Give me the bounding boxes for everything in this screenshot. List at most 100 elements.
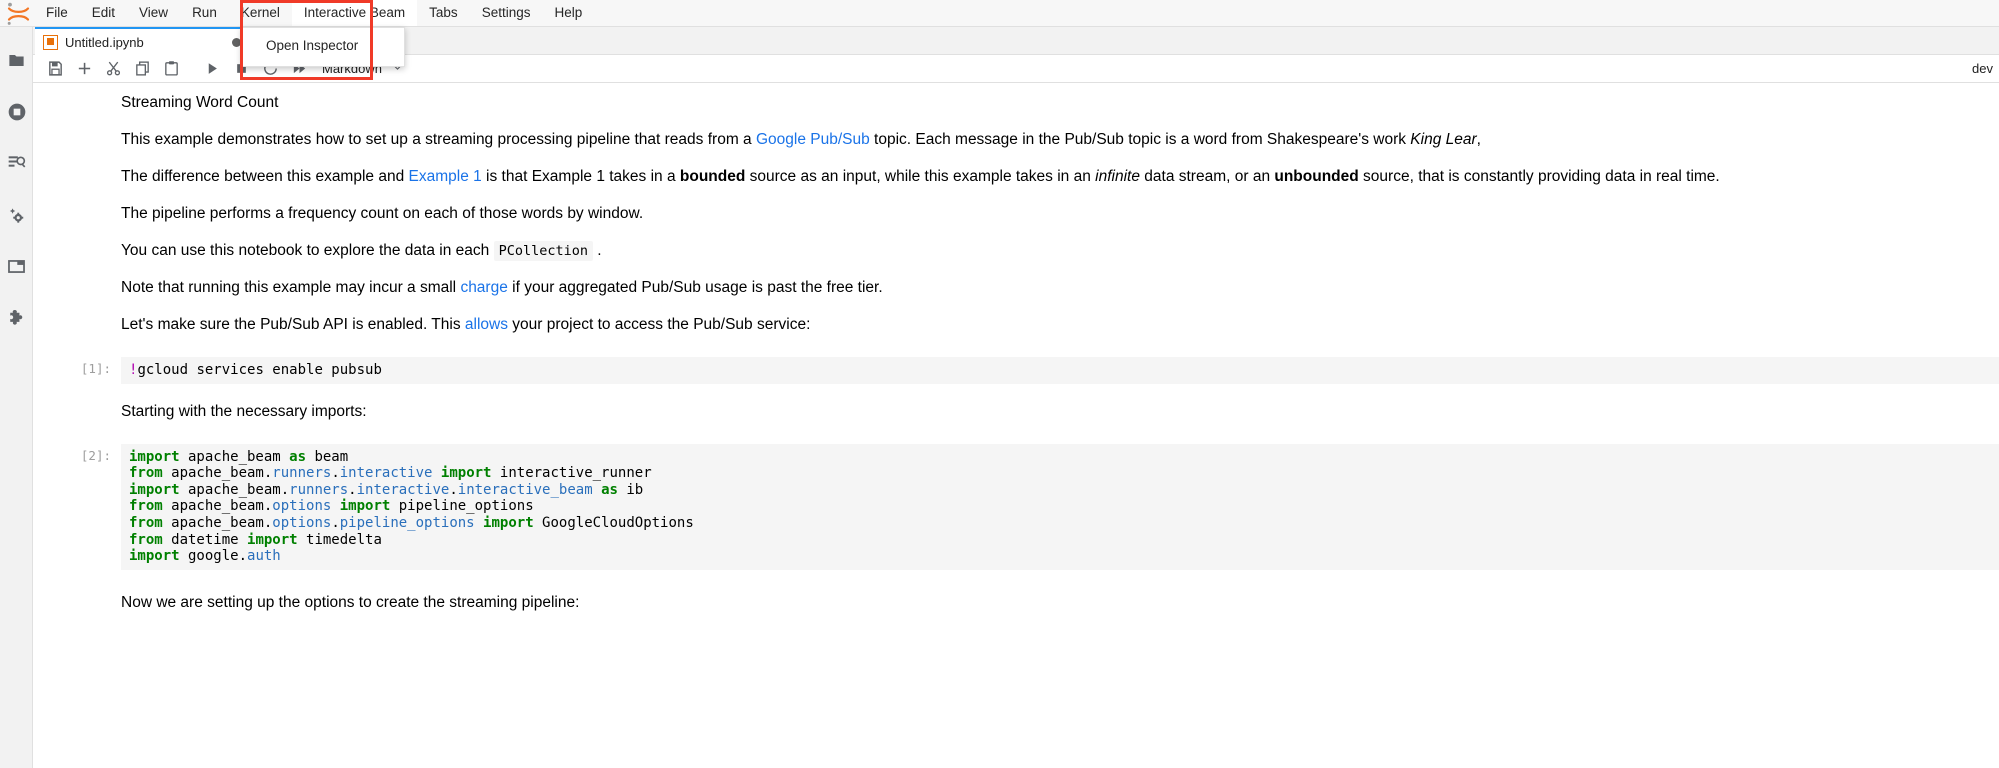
code-token bbox=[475, 515, 483, 531]
menu-settings[interactable]: Settings bbox=[470, 0, 543, 26]
link-example-1[interactable]: Example 1 bbox=[409, 168, 482, 185]
text-run: your project to access the Pub/Sub servi… bbox=[508, 316, 810, 333]
file-browser-icon[interactable] bbox=[0, 43, 33, 77]
code-token: pipeline_options bbox=[390, 498, 533, 514]
cut-button[interactable] bbox=[99, 56, 127, 82]
code-cell[interactable]: [2]: import apache_beam as beamfrom apac… bbox=[33, 444, 1999, 570]
code-token: import bbox=[129, 449, 180, 465]
code-token: from bbox=[129, 498, 163, 514]
paragraph-difference: The difference between this example and … bbox=[121, 158, 1989, 195]
insert-cell-button[interactable] bbox=[70, 56, 98, 82]
code-token: runners bbox=[289, 482, 348, 498]
code-token: interactive bbox=[357, 482, 450, 498]
code-cell[interactable]: [1]: !gcloud services enable pubsub bbox=[33, 357, 1999, 384]
menu-view[interactable]: View bbox=[127, 0, 180, 26]
menu-item-open-inspector[interactable]: Open Inspector bbox=[242, 32, 404, 60]
notebook-panel: Streaming Word Count This example demons… bbox=[33, 84, 1999, 768]
kernel-name-label[interactable]: dev bbox=[1972, 61, 1999, 76]
code-token: as bbox=[289, 449, 306, 465]
running-terminals-icon[interactable] bbox=[0, 95, 33, 129]
markdown-body: Starting with the necessary imports: bbox=[121, 393, 1989, 430]
text-run: Starting with the necessary imports: bbox=[121, 403, 367, 420]
code-token: interactive_beam bbox=[458, 482, 593, 498]
paragraph-frequency: The pipeline performs a frequency count … bbox=[121, 195, 1989, 232]
italic-run: infinite bbox=[1095, 168, 1140, 185]
menu-edit[interactable]: Edit bbox=[80, 0, 127, 26]
code-editor[interactable]: import apache_beam as beamfrom apache_be… bbox=[121, 444, 1999, 570]
code-line: import apache_beam.runners.interactive.i… bbox=[129, 482, 1991, 499]
menu-file[interactable]: File bbox=[34, 0, 80, 26]
code-token: apache_beam bbox=[180, 449, 290, 465]
text-run: topic. Each message in the Pub/Sub topic… bbox=[870, 131, 1411, 148]
menu-help[interactable]: Help bbox=[542, 0, 594, 26]
code-editor[interactable]: !gcloud services enable pubsub bbox=[121, 357, 1999, 384]
link-google-pubsub[interactable]: Google Pub/Sub bbox=[756, 131, 870, 148]
code-line: from apache_beam.options.pipeline_option… bbox=[129, 515, 1991, 532]
unsaved-changes-dot[interactable] bbox=[232, 38, 241, 47]
tab-untitled-ipynb[interactable]: Untitled.ipynb bbox=[35, 27, 250, 55]
code-token: import bbox=[129, 482, 180, 498]
paragraph-charge: Note that running this example may incur… bbox=[121, 269, 1989, 306]
link-charge[interactable]: charge bbox=[460, 279, 507, 296]
code-token: runners bbox=[272, 465, 331, 481]
text-run: is that Example 1 takes in a bbox=[482, 168, 680, 185]
text-run: if your aggregated Pub/Sub usage is past… bbox=[508, 279, 883, 296]
menu-kernel[interactable]: Kernel bbox=[229, 0, 292, 26]
property-inspector-icon[interactable] bbox=[0, 198, 33, 232]
run-button[interactable] bbox=[198, 56, 226, 82]
menu-run[interactable]: Run bbox=[180, 0, 229, 26]
text-run: Let's make sure the Pub/Sub API is enabl… bbox=[121, 316, 465, 333]
code-token: from bbox=[129, 515, 163, 531]
code-token: interactive bbox=[340, 465, 433, 481]
code-token: options bbox=[272, 498, 331, 514]
code-token: . bbox=[348, 482, 356, 498]
copy-button[interactable] bbox=[128, 56, 156, 82]
text-run: The pipeline performs a frequency count … bbox=[121, 205, 643, 222]
markdown-cell[interactable]: Now we are setting up the options to cre… bbox=[33, 584, 1999, 621]
open-tabs-icon[interactable] bbox=[0, 249, 33, 283]
bold-run: unbounded bbox=[1274, 168, 1358, 185]
code-token bbox=[593, 482, 601, 498]
code-token: apache_beam. bbox=[180, 482, 290, 498]
text-run: This example demonstrates how to set up … bbox=[121, 131, 756, 148]
extension-manager-icon[interactable] bbox=[0, 300, 33, 334]
code-token: . bbox=[331, 465, 339, 481]
code-token: import bbox=[483, 515, 534, 531]
markdown-cell[interactable]: Starting with the necessary imports: bbox=[33, 393, 1999, 430]
text-run: source as an input, while this example t… bbox=[745, 168, 1095, 185]
text-run: Streaming Word Count bbox=[121, 94, 278, 111]
bold-run: bounded bbox=[680, 168, 745, 185]
main-dock-panel: Untitled.ipynb bbox=[33, 27, 1999, 768]
cell-prompt: [1]: bbox=[33, 361, 111, 376]
code-token: import bbox=[441, 465, 492, 481]
code-token: from bbox=[129, 532, 163, 548]
markdown-cell[interactable]: Streaming Word Count This example demons… bbox=[33, 84, 1999, 343]
jupyter-logo-icon bbox=[2, 0, 34, 27]
code-line: from apache_beam.options import pipeline… bbox=[129, 498, 1991, 515]
code-token: auth bbox=[247, 548, 281, 564]
command-palette-icon[interactable] bbox=[0, 146, 33, 180]
text-run: . bbox=[593, 242, 602, 259]
paragraph-title: Streaming Word Count bbox=[121, 84, 1989, 121]
code-token: ib bbox=[618, 482, 643, 498]
paragraph-options: Now we are setting up the options to cre… bbox=[121, 584, 1989, 621]
menu-interactive-beam[interactable]: Interactive Beam bbox=[292, 0, 417, 26]
text-run: data stream, or an bbox=[1140, 168, 1274, 185]
text-run: source, that is constantly providing dat… bbox=[1359, 168, 1720, 185]
code-token bbox=[432, 465, 440, 481]
code-line: import google.auth bbox=[129, 548, 1991, 565]
jupyterlab-window: File Edit View Run Kernel Interactive Be… bbox=[0, 0, 1999, 768]
text-run: You can use this notebook to explore the… bbox=[121, 242, 494, 259]
paste-button[interactable] bbox=[157, 56, 185, 82]
code-token: gcloud services enable pubsub bbox=[137, 362, 381, 378]
code-token: apache_beam. bbox=[163, 465, 273, 481]
text-run: The difference between this example and bbox=[121, 168, 409, 185]
menu-tabs[interactable]: Tabs bbox=[417, 0, 470, 26]
left-activity-bar bbox=[0, 27, 33, 768]
code-token: datetime bbox=[163, 532, 247, 548]
link-allows[interactable]: allows bbox=[465, 316, 508, 333]
code-token: import bbox=[340, 498, 391, 514]
code-token: GoogleCloudOptions bbox=[534, 515, 694, 531]
save-button[interactable] bbox=[41, 56, 69, 82]
code-token: import bbox=[247, 532, 298, 548]
